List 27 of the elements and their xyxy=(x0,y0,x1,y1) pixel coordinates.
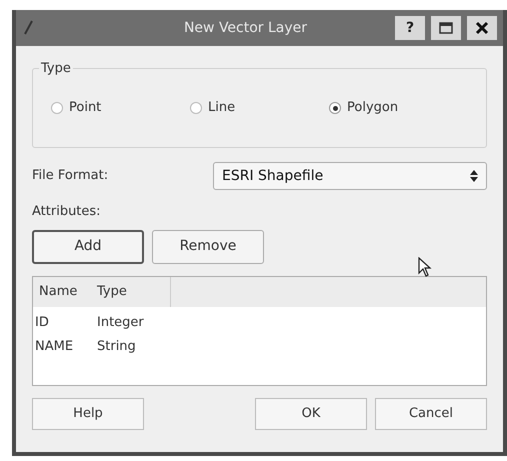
column-header[interactable]: Type xyxy=(91,276,171,306)
radio-button[interactable] xyxy=(51,102,63,114)
close-icon xyxy=(475,21,489,35)
push-button[interactable]: Remove xyxy=(152,230,264,264)
dialog-button[interactable]: OK xyxy=(255,398,367,430)
table-cell-text: String xyxy=(96,338,137,356)
maximize-button[interactable] xyxy=(431,16,461,40)
dialog-button[interactable]: Cancel xyxy=(375,398,487,430)
push-button[interactable]: Add xyxy=(32,230,144,264)
radio-label[interactable]: Point xyxy=(69,98,102,118)
table-cell-text: Integer xyxy=(96,314,145,332)
table-cell-text: ID xyxy=(34,314,50,332)
help-button[interactable]: ? xyxy=(395,16,425,40)
table-cell-text: NAME xyxy=(34,338,74,356)
radio-button[interactable] xyxy=(329,102,341,114)
section-label: Attributes: xyxy=(32,203,102,221)
spinner-arrows-icon xyxy=(470,170,478,182)
radio-label[interactable]: Line xyxy=(208,98,236,118)
radio-button[interactable] xyxy=(190,102,202,114)
column-header[interactable]: Name xyxy=(33,276,91,306)
close-button[interactable] xyxy=(467,16,497,40)
maximize-icon xyxy=(439,22,453,34)
window-title: New Vector Layer xyxy=(182,18,308,38)
radio-label[interactable]: Polygon xyxy=(347,98,398,118)
dialog-button[interactable]: Help xyxy=(32,398,144,430)
field-label: File Format: xyxy=(32,167,110,186)
file-format-dropdown[interactable]: ESRI Shapefile xyxy=(213,162,487,190)
